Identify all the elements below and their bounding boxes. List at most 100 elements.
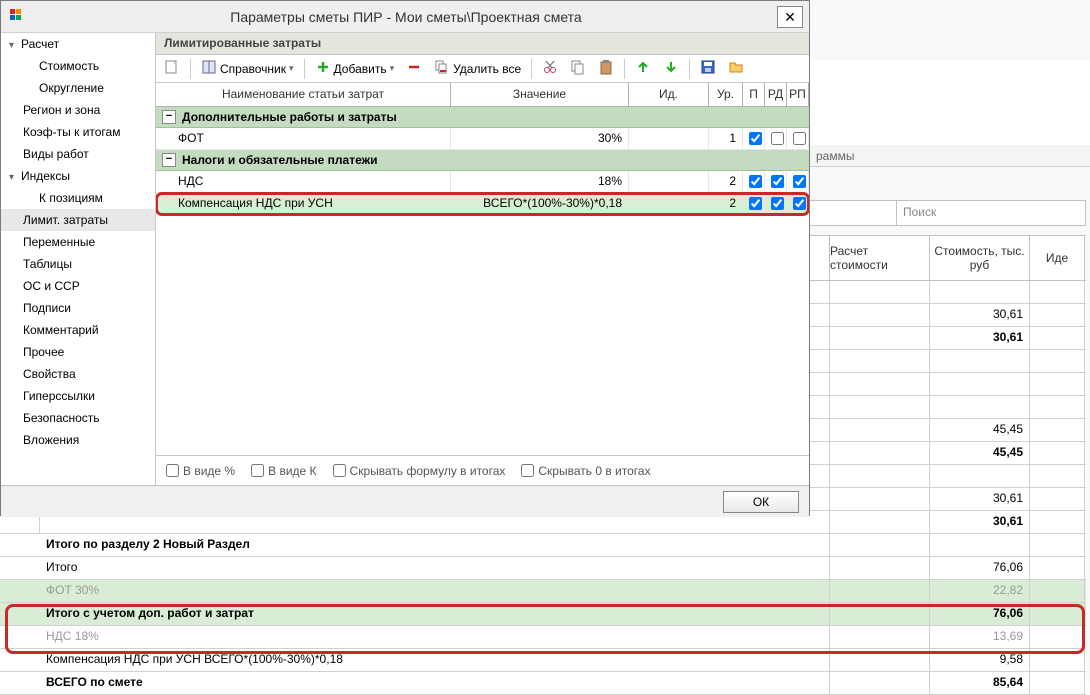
cell-value[interactable]: 30% xyxy=(451,128,629,149)
cell-rd[interactable] xyxy=(765,193,787,214)
col-rd[interactable]: РД xyxy=(765,83,787,106)
book-icon xyxy=(201,59,217,78)
nav-item[interactable]: Подписи xyxy=(1,297,155,319)
cell-value[interactable]: 18% xyxy=(451,171,629,192)
grid-body: −Дополнительные работы и затратыФОТ30%1−… xyxy=(156,107,809,455)
data-row[interactable]: НДС18% 2 xyxy=(156,171,809,193)
nav-tree: РасчетСтоимостьОкруглениеРегион и зонаКо… xyxy=(1,33,156,485)
nav-item[interactable]: Гиперссылки xyxy=(1,385,155,407)
nav-item[interactable]: Лимит. затраты xyxy=(1,209,155,231)
close-button[interactable]: ✕ xyxy=(777,6,803,28)
group-row[interactable]: −Налоги и обязательные платежи xyxy=(156,150,809,171)
col-ide[interactable]: Иде xyxy=(1030,236,1085,280)
paste-button[interactable] xyxy=(594,57,618,80)
cell-id[interactable] xyxy=(629,171,709,192)
collapse-icon[interactable]: − xyxy=(162,110,176,124)
col-cost[interactable]: Стоимость, тыс. руб xyxy=(930,236,1030,280)
cell-level[interactable]: 2 xyxy=(709,193,743,214)
table-row[interactable]: Итого76,06 xyxy=(0,557,1086,580)
cell-value[interactable]: ВСЕГО*(100%-30%)*0,18 xyxy=(451,193,629,214)
ribbon-tab-bar: раммы xyxy=(810,145,1090,167)
col-rp[interactable]: РП xyxy=(787,83,809,106)
panel-title: Лимитированные затраты xyxy=(156,33,809,55)
cell-name[interactable]: НДС xyxy=(156,171,451,192)
nav-item[interactable]: Индексы xyxy=(1,165,155,187)
nav-item[interactable]: Переменные xyxy=(1,231,155,253)
cell-rp[interactable] xyxy=(787,193,809,214)
nav-item[interactable]: Комментарий xyxy=(1,319,155,341)
cell-p[interactable] xyxy=(743,128,765,149)
move-down-button[interactable] xyxy=(659,57,683,80)
cut-button[interactable] xyxy=(538,57,562,80)
table-row[interactable]: Компенсация НДС при УСН ВСЕГО*(100%-30%)… xyxy=(0,649,1086,672)
cell-id[interactable] xyxy=(629,128,709,149)
nav-item[interactable]: Регион и зона xyxy=(1,99,155,121)
arrow-down-icon xyxy=(663,59,679,78)
nav-item[interactable]: Стоимость xyxy=(1,55,155,77)
nav-item[interactable]: Свойства xyxy=(1,363,155,385)
minus-icon xyxy=(406,59,422,78)
nav-item[interactable]: Таблицы xyxy=(1,253,155,275)
cell-level[interactable]: 2 xyxy=(709,171,743,192)
reference-button[interactable]: Справочник▾ xyxy=(197,57,298,80)
dialog-title: Параметры сметы ПИР - Мои сметы\Проектна… xyxy=(35,9,777,25)
opt-hide-formula[interactable]: Скрывать формулу в итогах xyxy=(333,464,506,478)
plus-icon xyxy=(315,59,331,78)
data-row[interactable]: Компенсация НДС при УСНВСЕГО*(100%-30%)*… xyxy=(156,193,809,215)
col-id[interactable]: Ид. xyxy=(629,83,709,106)
col-calc[interactable]: Расчет стоимости xyxy=(830,236,930,280)
app-icon xyxy=(9,8,27,26)
nav-item[interactable]: Коэф-ты к итогам xyxy=(1,121,155,143)
table-row[interactable]: ФОТ 30%22,82 xyxy=(0,580,1086,603)
cell-p[interactable] xyxy=(743,171,765,192)
grid-columns: Наименование статьи затрат Значение Ид. … xyxy=(156,83,809,107)
collapse-icon[interactable]: − xyxy=(162,153,176,167)
cell-rp[interactable] xyxy=(787,171,809,192)
cell-name[interactable]: Компенсация НДС при УСН xyxy=(156,193,451,214)
ribbon: Гранд Калькулятор xyxy=(810,60,1090,155)
footer-options: В виде % В виде К Скрывать формулу в ито… xyxy=(156,455,809,485)
open-button[interactable] xyxy=(724,57,748,80)
opt-hide-zero[interactable]: Скрывать 0 в итогах xyxy=(521,464,650,478)
data-row[interactable]: ФОТ30% 1 xyxy=(156,128,809,150)
col-value[interactable]: Значение xyxy=(451,83,629,106)
cell-rp[interactable] xyxy=(787,128,809,149)
view-button[interactable] xyxy=(160,57,184,80)
add-label: Добавить xyxy=(334,62,387,76)
move-up-button[interactable] xyxy=(631,57,655,80)
cell-level[interactable]: 1 xyxy=(709,128,743,149)
tab-partial[interactable]: раммы xyxy=(816,149,854,163)
cell-rd[interactable] xyxy=(765,171,787,192)
table-row[interactable]: Итого по разделу 2 Новый Раздел xyxy=(0,534,1086,557)
col-name[interactable]: Наименование статьи затрат xyxy=(156,83,451,106)
nav-item[interactable]: Округление xyxy=(1,77,155,99)
table-row[interactable]: ВСЕГО по смете85,64 xyxy=(0,672,1086,695)
add-button[interactable]: Добавить▾ xyxy=(311,57,399,80)
table-row[interactable]: НДС 18%13,69 xyxy=(0,626,1086,649)
nav-item[interactable]: Прочее xyxy=(1,341,155,363)
delete-all-button[interactable]: Удалить все xyxy=(430,57,525,80)
opt-coeff[interactable]: В виде К xyxy=(251,464,316,478)
cell-rd[interactable] xyxy=(765,128,787,149)
cell-name[interactable]: ФОТ xyxy=(156,128,451,149)
cell-id[interactable] xyxy=(629,193,709,214)
cell-p[interactable] xyxy=(743,193,765,214)
nav-item[interactable]: К позициям xyxy=(1,187,155,209)
table-row[interactable]: Итого с учетом доп. работ и затрат76,06 xyxy=(0,603,1086,626)
col-p[interactable]: П xyxy=(743,83,765,106)
col-level[interactable]: Ур. xyxy=(709,83,743,106)
delete-button[interactable] xyxy=(402,57,426,80)
search-placeholder[interactable]: Поиск xyxy=(903,205,936,219)
nav-item[interactable]: Расчет xyxy=(1,33,155,55)
copy-icon xyxy=(570,59,586,78)
nav-item[interactable]: Безопасность xyxy=(1,407,155,429)
opt-percent[interactable]: В виде % xyxy=(166,464,235,478)
group-row[interactable]: −Дополнительные работы и затраты xyxy=(156,107,809,128)
save-button[interactable] xyxy=(696,57,720,80)
nav-item[interactable]: ОС и ССР xyxy=(1,275,155,297)
nav-item[interactable]: Вложения xyxy=(1,429,155,451)
ok-button[interactable]: ОК xyxy=(723,491,799,513)
copy-button[interactable] xyxy=(566,57,590,80)
arrow-up-icon xyxy=(635,59,651,78)
nav-item[interactable]: Виды работ xyxy=(1,143,155,165)
